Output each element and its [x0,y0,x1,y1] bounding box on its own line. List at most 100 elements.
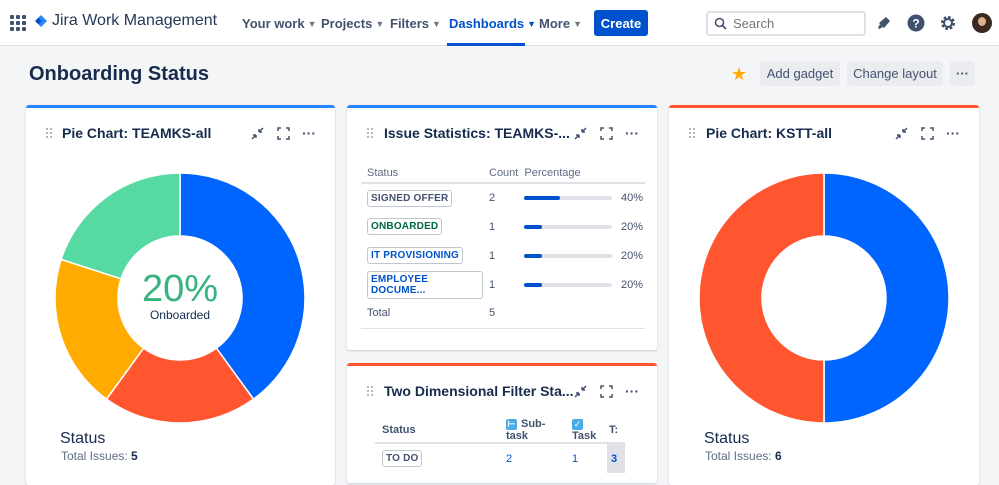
settings-icon[interactable] [938,13,958,33]
drag-handle-icon[interactable] [46,128,52,138]
gadget-actions: ··· [572,383,640,399]
nav-filters[interactable]: Filters ▼ [390,16,441,31]
percentage-bar [524,282,613,287]
column-header-task: ✓Task [565,418,607,444]
percentage-bar [524,196,613,201]
more-icon[interactable]: ··· [945,125,961,141]
drag-handle-icon[interactable] [367,128,373,138]
star-icon[interactable]: ★ [731,64,747,85]
svg-text:?: ? [912,17,919,31]
pie-slice[interactable] [60,172,181,280]
gadget-actions: ··· [893,125,961,141]
percentage-bar-fill [524,196,560,201]
column-header-status: Status [375,418,499,444]
percentage-value: 20% [620,220,643,233]
two-dimensional-table: Status ⊢ Sub-task ✓Task T: TO DO 2 1 3 [375,418,625,473]
gadget-pie-chart-kstt: Pie Chart: KSTT-all ··· Status Total Iss… [669,105,979,485]
pie-slice[interactable] [823,172,950,424]
status-lozenge[interactable]: IT PROVISIONING [367,247,464,264]
page-title: Onboarding Status [29,63,209,85]
nav-dashboards[interactable]: Dashboards ▼ [449,16,536,31]
question-icon: ? [907,14,925,32]
more-icon[interactable]: ··· [624,125,640,141]
nav-projects[interactable]: Projects ▼ [321,16,384,31]
total-issues-label: Total Issues: [705,449,772,463]
table-header-row: Status Count Percentage [361,163,645,184]
count-link[interactable]: 1 [489,250,495,262]
column-header-total: T: [607,418,625,444]
app-switcher-icon[interactable] [10,15,26,31]
gadget-actions: ··· [249,125,317,141]
chevron-down-icon: ▼ [573,18,582,29]
search-box[interactable] [706,11,866,36]
maximize-icon[interactable] [919,125,935,141]
minimize-icon[interactable] [893,125,909,141]
notification-icon[interactable] [874,13,894,33]
total-issues-value: 6 [775,449,782,463]
status-lozenge[interactable]: ONBOARDED [367,218,443,235]
change-layout-button[interactable]: Change layout [847,61,943,86]
megaphone-icon [878,17,890,29]
more-actions-button[interactable]: ··· [950,61,975,86]
more-icon[interactable]: ··· [624,383,640,399]
table-header-row: Status ⊢ Sub-task ✓Task T: [375,418,625,444]
add-gadget-button[interactable]: Add gadget [760,61,840,86]
maximize-icon[interactable] [598,125,614,141]
app-name: Jira Work Management [52,12,218,29]
product-logo[interactable]: Jira Work Management [34,12,217,30]
maximize-icon[interactable] [598,383,614,399]
minimize-icon[interactable] [249,125,265,141]
nav-dashboards-label: Dashboards [449,16,525,31]
total-issues-label: Total Issues: [61,449,128,463]
gadget-color-bar [26,105,335,108]
status-lozenge[interactable]: SIGNED OFFER [367,189,453,207]
total-count[interactable]: 3 [607,443,625,473]
jira-logo-icon [35,15,47,27]
top-navigation-bar: Jira Work Management Your work ▼ Projects… [0,0,999,46]
minimize-icon[interactable] [572,383,588,399]
column-header-count: Count [483,163,519,184]
chevron-down-icon: ▼ [375,18,385,29]
column-header-status: Status [361,163,483,184]
total-issues: Total Issues: 5 [61,449,138,463]
issue-statistics-table: Status Count Percentage SIGNED OFFER 2 4… [361,163,645,329]
count-link[interactable]: 1 [489,221,495,233]
pie-slice[interactable] [698,172,825,424]
status-lozenge[interactable]: EMPLOYEE DOCUME... [367,270,483,299]
status-lozenge[interactable]: TO DO [382,450,423,467]
gadget-title: Pie Chart: KSTT-all [706,125,833,141]
gadget-color-bar [669,105,979,108]
table-row: SIGNED OFFER 2 40% [361,183,645,212]
percentage-bar [524,253,613,258]
nav-more[interactable]: More ▼ [539,16,582,31]
gadget-title: Issue Statistics: TEAMKS-... [384,125,570,141]
table-row: ONBOARDED 1 20% [361,212,645,241]
maximize-icon[interactable] [275,125,291,141]
percentage-value: 20% [620,249,643,262]
create-button[interactable]: Create [594,10,648,36]
percentage-value: 20% [620,278,643,291]
percentage-bar-fill [524,282,542,287]
minimize-icon[interactable] [572,125,588,141]
table-row: IT PROVISIONING 1 20% [361,241,645,270]
total-count[interactable]: 5 [483,299,518,328]
percentage-bar [524,224,613,229]
more-icon[interactable]: ··· [301,125,317,141]
chevron-down-icon: ▼ [432,18,441,29]
subtask-count[interactable]: 2 [499,443,565,473]
gadget-actions: ··· [572,125,640,141]
table-row: EMPLOYEE DOCUME... 1 20% [361,270,645,299]
pie-chart [698,172,950,424]
count-link[interactable]: 2 [489,192,495,204]
search-input[interactable] [733,16,853,31]
avatar[interactable] [972,13,992,33]
chevron-down-icon: ▼ [307,18,317,29]
drag-handle-icon[interactable] [689,128,695,138]
nav-your-work[interactable]: Your work ▼ [242,16,317,31]
task-count[interactable]: 1 [565,443,607,473]
drag-handle-icon[interactable] [367,386,373,396]
table-row: TO DO 2 1 3 [375,443,625,473]
help-icon[interactable]: ? [906,13,926,33]
count-link[interactable]: 1 [489,279,495,291]
active-nav-indicator [447,43,525,46]
